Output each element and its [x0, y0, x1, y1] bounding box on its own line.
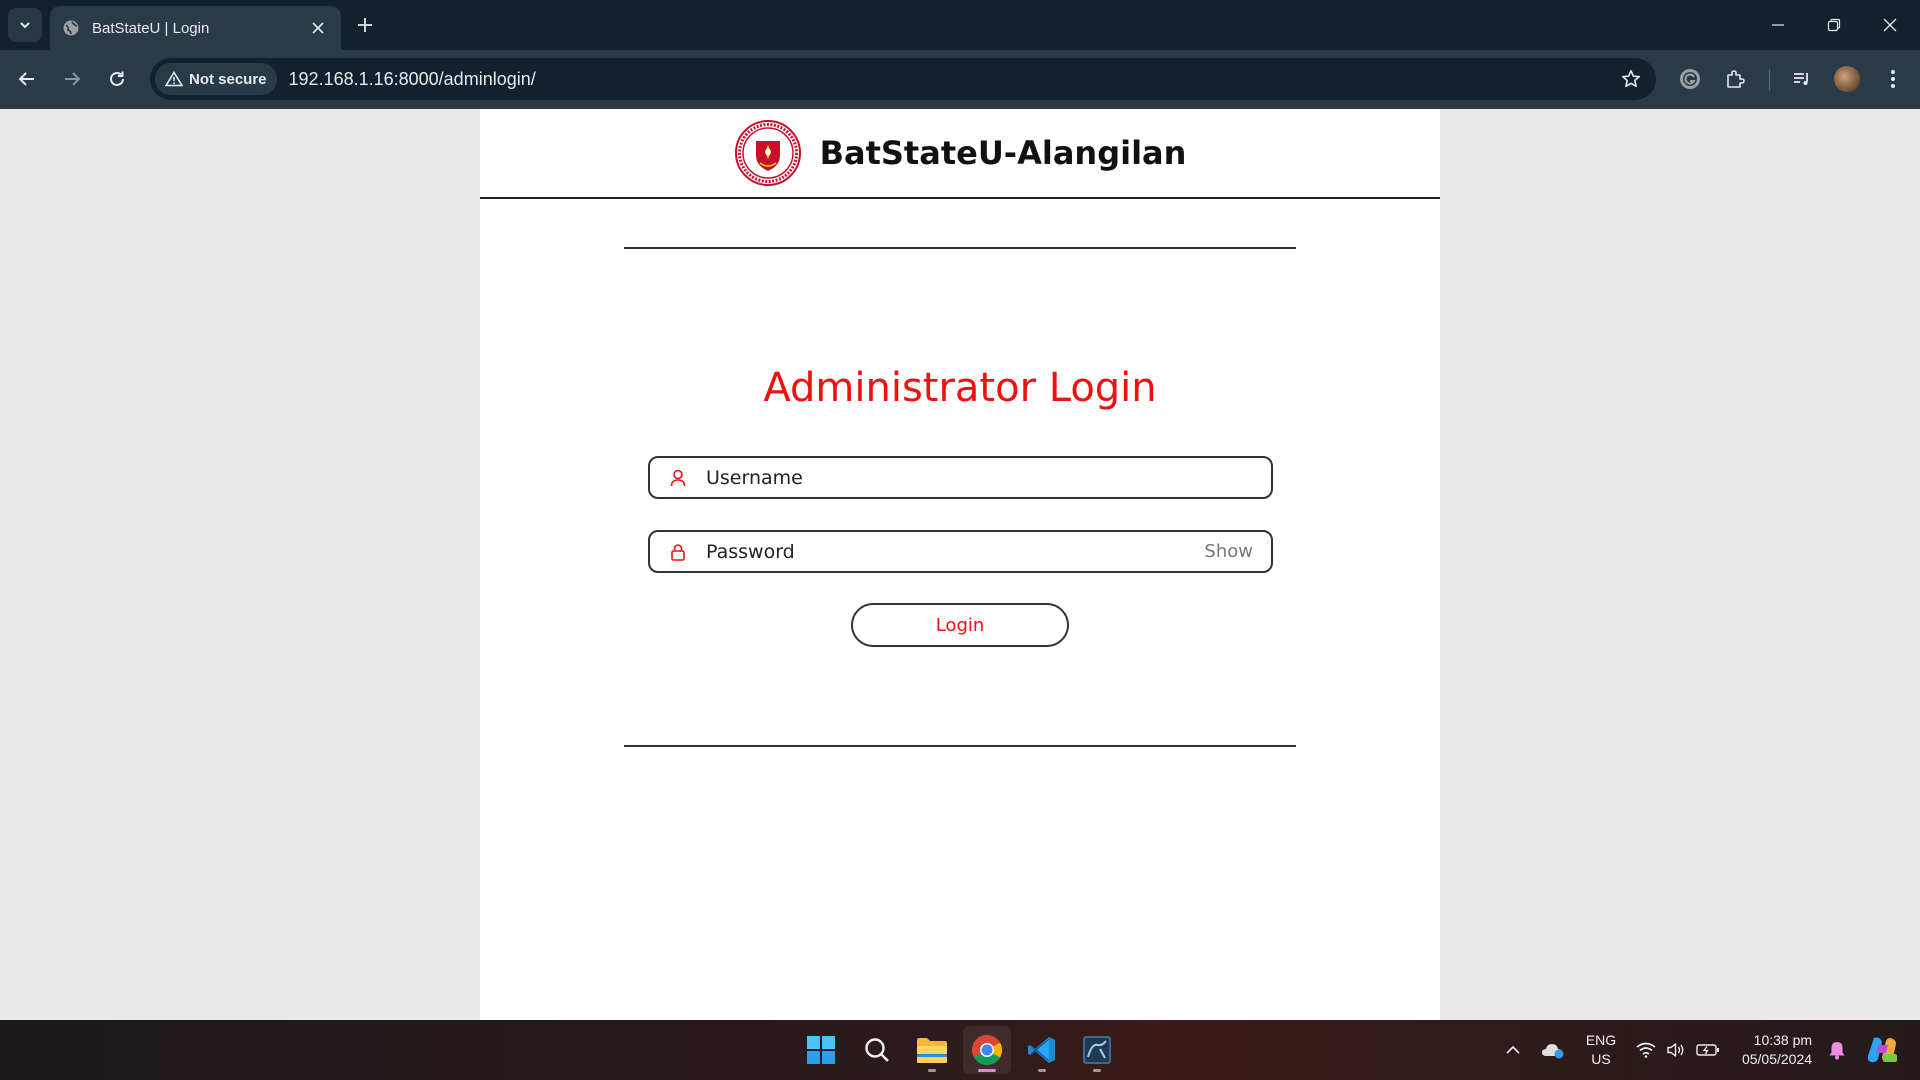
security-label: Not secure [189, 70, 267, 88]
site-title: BatStateU-Alangilan [819, 134, 1187, 172]
divider-bottom [624, 745, 1296, 747]
address-bar[interactable]: Not secure 192.168.1.16:8000/adminlogin/ [150, 58, 1656, 100]
extensions-puzzle-icon[interactable] [1718, 62, 1752, 96]
url-text[interactable]: 192.168.1.16:8000/adminlogin/ [289, 69, 1614, 90]
active-indicator [978, 1069, 996, 1072]
minimize-button[interactable] [1758, 8, 1798, 42]
tab-search-button[interactable] [8, 8, 42, 42]
show-password-toggle[interactable]: Show [1204, 541, 1253, 562]
divider-top [624, 247, 1296, 249]
chevron-up-icon [1506, 1045, 1520, 1054]
arrow-left-icon [18, 72, 34, 86]
security-indicator[interactable]: Not secure [155, 63, 277, 95]
folder-icon [917, 1038, 947, 1063]
plus-icon [358, 18, 372, 32]
search-button[interactable] [853, 1026, 901, 1074]
running-indicator [1038, 1069, 1046, 1072]
back-button[interactable] [10, 62, 44, 96]
minimize-icon [1772, 24, 1784, 26]
windows-taskbar: ENG US 10:38 pm 05/05/2024 [0, 1020, 1920, 1080]
username-field[interactable] [648, 456, 1273, 499]
browser-toolbar: Not secure 192.168.1.16:8000/adminlogin/ [0, 50, 1920, 109]
login-button[interactable]: Login [851, 603, 1069, 647]
login-card: BatStateU-Alangilan Administrator Login … [480, 109, 1440, 1020]
search-icon [865, 1038, 889, 1062]
arrow-right-icon [65, 72, 81, 86]
site-header: BatStateU-Alangilan [480, 109, 1440, 199]
avatar [1834, 66, 1860, 92]
chevron-down-icon [20, 22, 30, 29]
wifi-icon[interactable] [1632, 1020, 1660, 1080]
reload-button[interactable] [100, 62, 134, 96]
onedrive-tray-icon[interactable] [1538, 1020, 1568, 1080]
password-field[interactable]: Show [648, 530, 1273, 573]
vscode-icon [1028, 1037, 1055, 1063]
user-icon [668, 468, 688, 488]
username-input[interactable] [706, 466, 1271, 489]
page-viewport: BatStateU-Alangilan Administrator Login … [0, 109, 1920, 1020]
running-indicator [1093, 1069, 1101, 1072]
taskbar-chrome[interactable] [963, 1026, 1011, 1074]
running-indicator [928, 1069, 936, 1072]
language-indicator[interactable]: ENG US [1578, 1020, 1624, 1080]
profile-avatar[interactable] [1830, 62, 1864, 96]
taskbar-file-explorer[interactable] [908, 1026, 956, 1074]
notification-bell-icon[interactable] [1822, 1020, 1852, 1080]
battery-icon[interactable] [1692, 1020, 1724, 1080]
region-code: US [1591, 1051, 1611, 1067]
windows-logo-icon [807, 1036, 835, 1064]
chrome-icon [971, 1035, 1003, 1066]
clock-date: 05/05/2024 [1741, 1051, 1813, 1067]
media-controls-icon[interactable] [1785, 62, 1819, 96]
copilot-icon[interactable] [1862, 1020, 1902, 1080]
toolbar-separator [1769, 70, 1770, 90]
login-heading: Administrator Login [763, 365, 1157, 411]
taskbar-vscode[interactable] [1018, 1026, 1066, 1074]
clock[interactable]: 10:38 pm 05/05/2024 [1732, 1020, 1822, 1080]
restore-icon [1827, 18, 1841, 32]
restore-button[interactable] [1814, 8, 1854, 42]
browser-tab[interactable]: BatStateU | Login [50, 6, 341, 50]
cloud-icon [1542, 1044, 1564, 1059]
browser-menu-icon[interactable] [1876, 62, 1910, 96]
lock-icon [668, 542, 688, 562]
grammarly-extension-icon[interactable] [1673, 62, 1707, 96]
forward-button[interactable] [55, 62, 89, 96]
volume-icon[interactable] [1662, 1020, 1690, 1080]
close-window-button[interactable] [1870, 8, 1910, 42]
tab-title: BatStateU | Login [92, 19, 210, 37]
warning-triangle-icon [165, 71, 183, 87]
bookmark-star-icon[interactable] [1614, 62, 1648, 96]
taskbar-mysql-workbench[interactable] [1073, 1026, 1121, 1074]
tray-overflow-button[interactable] [1498, 1020, 1528, 1080]
new-tab-button[interactable] [350, 10, 380, 40]
close-icon [1883, 18, 1897, 32]
database-app-icon [1083, 1036, 1111, 1064]
university-seal-logo [734, 120, 801, 186]
close-tab-icon[interactable] [307, 17, 329, 39]
password-input[interactable] [706, 540, 1205, 563]
browser-tab-strip: BatStateU | Login [0, 0, 1920, 50]
language-code: ENG [1585, 1032, 1617, 1048]
start-button[interactable] [797, 1026, 845, 1074]
clock-time: 10:38 pm [1753, 1032, 1813, 1048]
reload-icon [110, 71, 124, 86]
globe-icon [62, 19, 80, 37]
